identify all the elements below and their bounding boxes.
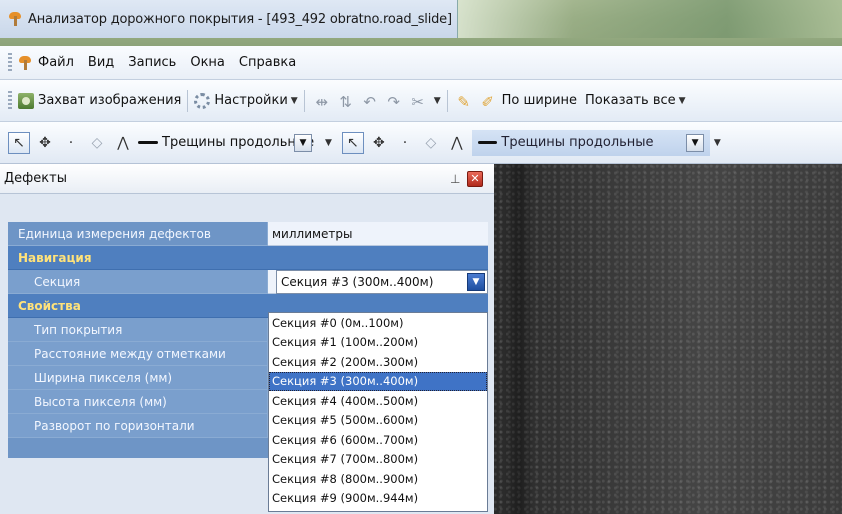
property-key: Единица измерения дефектов	[8, 222, 268, 246]
drawing-toolbar: ↖ ✥ · ◇ ⋀ Трещины продольные ▼ ▼ ↖ ✥ · ◇…	[0, 122, 842, 164]
desktop-background	[458, 0, 842, 38]
show-all-label: Показать все	[585, 93, 676, 108]
dropdown-option[interactable]: Секция #4 (400м..500м)	[269, 391, 487, 411]
polygon-tool-icon[interactable]: ◇	[86, 132, 108, 154]
defect-type-value: Трещины продольные	[162, 135, 315, 150]
scissors-icon[interactable]: ✂	[407, 93, 429, 111]
menu-file[interactable]: Файл	[38, 55, 74, 70]
chevron-down-icon[interactable]: ▼	[686, 133, 704, 152]
dropdown-option-selected[interactable]: Секция #3 (300м..400м)	[269, 371, 487, 391]
chevron-down-icon[interactable]: ▼	[714, 138, 721, 148]
polyline-tool-icon[interactable]: ⋀	[446, 132, 468, 154]
defect-type-value-secondary: Трещины продольные	[501, 135, 654, 150]
title-strip: Анализатор дорожного покрытия - [493_492…	[0, 0, 458, 38]
move-tool-icon[interactable]: ✥	[368, 132, 390, 154]
section-dropdown-list[interactable]: Секция #0 (0м..100м) Секция #1 (100м..20…	[268, 312, 488, 512]
property-key: Разворот по горизонтали	[8, 414, 268, 438]
chevron-down-icon[interactable]: ▼	[325, 138, 332, 148]
menu-view[interactable]: Вид	[88, 55, 114, 70]
dropdown-option[interactable]: Секция #6 (600м..700м)	[269, 430, 487, 450]
line-style-icon	[477, 141, 498, 144]
polyline-tool-icon[interactable]: ⋀	[112, 132, 134, 154]
property-value[interactable]: миллиметры	[268, 222, 488, 246]
polygon-tool-icon[interactable]: ◇	[420, 132, 442, 154]
flip-vertical-icon[interactable]: ⇅	[335, 93, 357, 111]
toolbar-grip[interactable]	[8, 90, 12, 111]
settings-label: Настройки	[214, 93, 288, 108]
capture-image-label: Захват изображения	[38, 93, 182, 108]
property-key: Ширина пикселя (мм)	[8, 366, 268, 390]
menu-app-icon[interactable]	[18, 55, 32, 70]
rotate-left-icon[interactable]: ↶	[359, 93, 381, 111]
dropdown-option[interactable]: Секция #9 (900м..944м)	[269, 489, 487, 509]
chevron-down-icon[interactable]: ▼	[467, 273, 485, 291]
property-key: Расстояние между отметками	[8, 342, 268, 366]
dropdown-option[interactable]: Секция #5 (500м..600м)	[269, 411, 487, 431]
dropdown-option[interactable]: Секция #7 (700м..800м)	[269, 450, 487, 470]
category-navigation[interactable]: Навигация	[8, 246, 488, 270]
menu-help[interactable]: Справка	[239, 55, 296, 70]
marker-icon[interactable]: ✐	[478, 93, 498, 111]
line-style-icon	[138, 141, 158, 144]
move-tool-icon[interactable]: ✥	[34, 132, 56, 154]
property-key: Секция	[8, 270, 268, 294]
road-image-view[interactable]	[494, 164, 842, 514]
pointer-tool-icon[interactable]: ↖	[8, 131, 30, 154]
close-icon[interactable]: ✕	[467, 171, 483, 187]
property-row-units[interactable]: Единица измерения дефектов миллиметры	[8, 222, 488, 246]
flip-horizontal-icon[interactable]: ⇹	[311, 93, 333, 111]
app-mushroom-icon	[8, 12, 22, 26]
gear-icon	[194, 92, 211, 109]
chevron-down-icon[interactable]: ▼	[679, 96, 686, 106]
chevron-down-icon[interactable]: ▼	[291, 96, 298, 106]
dropdown-option[interactable]: Секция #0 (0м..100м)	[269, 313, 487, 333]
settings-button[interactable]: Настройки ▼	[194, 92, 298, 109]
fit-width-button[interactable]: По ширине	[502, 93, 577, 108]
pin-icon[interactable]: ⊥	[450, 172, 460, 186]
defect-type-combo[interactable]: Трещины продольные ▼	[138, 131, 315, 155]
dropdown-option[interactable]: Секция #2 (200м..300м)	[269, 352, 487, 372]
toolbar-separator	[303, 89, 305, 112]
dropdown-option[interactable]: Секция #1 (100м..200м)	[269, 333, 487, 353]
capture-image-button[interactable]: Захват изображения	[18, 92, 182, 109]
window-title: Анализатор дорожного покрытия - [493_492…	[28, 11, 452, 27]
menu-windows[interactable]: Окна	[190, 55, 225, 70]
chevron-down-icon[interactable]: ▼	[294, 133, 312, 152]
main-toolbar: Захват изображения Настройки ▼ ⇹ ⇅ ↶ ↷ ✂…	[0, 80, 842, 122]
pointer-tool-icon[interactable]: ↖	[341, 131, 364, 154]
rotate-right-icon[interactable]: ↷	[383, 93, 405, 111]
camera-icon	[18, 92, 34, 109]
road-crack-shadow	[504, 164, 534, 514]
show-all-button[interactable]: Показать все ▼	[585, 93, 686, 108]
section-select[interactable]: Секция #3 (300м..400м) ▼	[276, 270, 488, 294]
menu-record[interactable]: Запись	[128, 55, 176, 70]
defect-type-combo-secondary[interactable]: Трещины продольные ▼	[471, 129, 710, 156]
toolbar-separator	[446, 89, 448, 112]
panel-title: Дефекты	[4, 171, 67, 186]
title-bar: Анализатор дорожного покрытия - [493_492…	[0, 0, 842, 46]
pin-icon[interactable]: ✎	[454, 93, 474, 111]
toolbar-separator	[187, 89, 189, 112]
property-key: Высота пикселя (мм)	[8, 390, 268, 414]
panel-header: Дефекты ⊥ ✕	[0, 164, 494, 194]
point-tool-icon[interactable]: ·	[60, 132, 82, 154]
point-tool-icon[interactable]: ·	[394, 132, 416, 154]
dropdown-option[interactable]: Секция #8 (800м..900м)	[269, 469, 487, 489]
menubar-grip[interactable]	[8, 52, 12, 73]
chevron-down-icon[interactable]: ▼	[434, 96, 441, 106]
property-key: Тип покрытия	[8, 318, 268, 342]
section-select-value: Секция #3 (300м..400м)	[281, 275, 434, 289]
property-row-section[interactable]: Секция Секция #3 (300м..400м) ▼	[8, 270, 488, 294]
menu-bar: Файл Вид Запись Окна Справка	[0, 46, 842, 80]
